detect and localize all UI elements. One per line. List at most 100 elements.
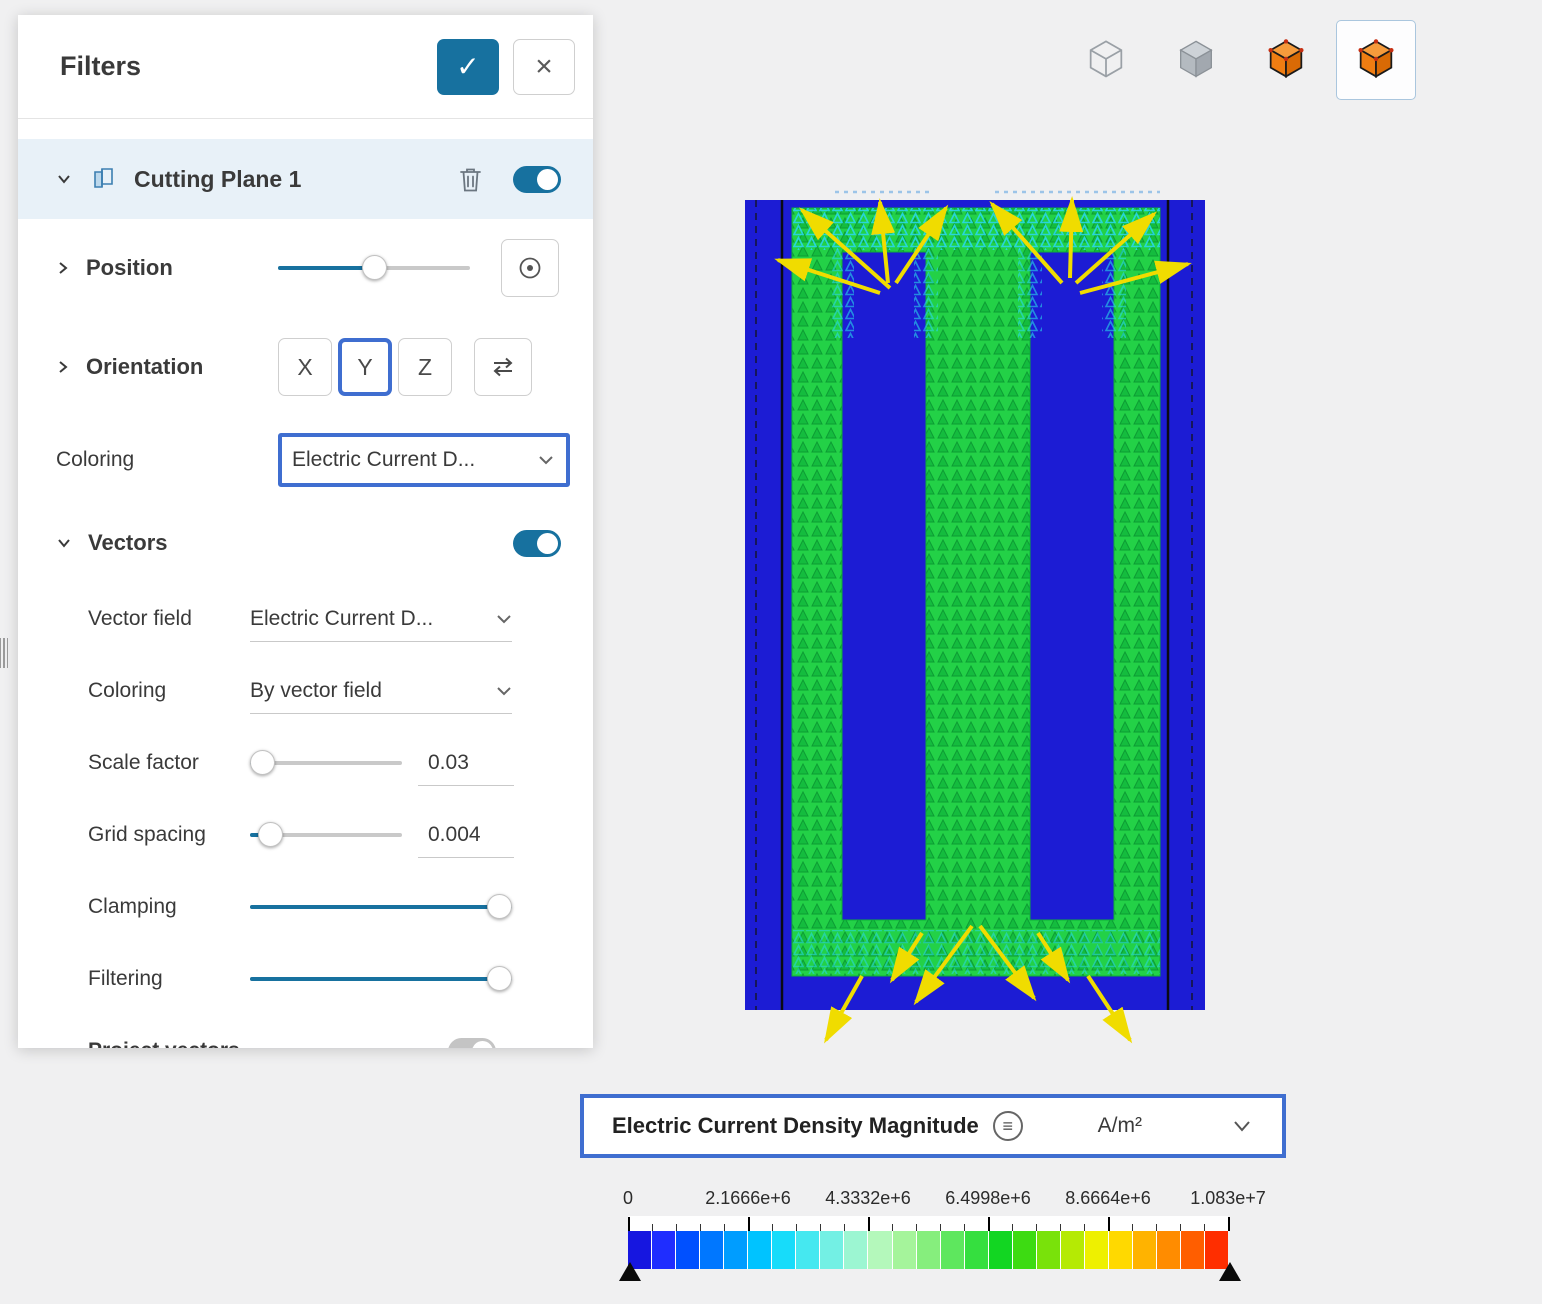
grid-spacing-input[interactable]: 0.004: [418, 812, 514, 858]
vectors-toggle[interactable]: [513, 530, 561, 557]
surfaces-cube-icon[interactable]: [1246, 20, 1326, 100]
colorbar-cell: [1133, 1231, 1156, 1269]
colorbar-tick-label: 1.083e+7: [1190, 1188, 1266, 1209]
cutting-plane-header[interactable]: Cutting Plane 1: [18, 139, 593, 219]
clamping-slider[interactable]: [250, 894, 512, 920]
grid-spacing-slider[interactable]: [250, 822, 402, 848]
axis-x-button[interactable]: X: [278, 338, 332, 396]
vector-field-row: Vector field Electric Current D...: [18, 583, 593, 655]
range-max-handle[interactable]: [1219, 1262, 1241, 1281]
colorbar-tick: [1204, 1224, 1205, 1231]
center-target-button[interactable]: [501, 239, 559, 297]
filtering-label: Filtering: [88, 967, 163, 990]
colorbar-cell: [676, 1231, 699, 1269]
colorbar-tick: [820, 1224, 821, 1231]
project-vectors-toggle[interactable]: [448, 1038, 496, 1049]
colorbar-cell: [700, 1231, 723, 1269]
colorbar-tick-label: 0: [623, 1188, 633, 1209]
chevron-right-icon[interactable]: [56, 260, 70, 276]
position-slider[interactable]: [278, 255, 470, 281]
colorbar: [628, 1231, 1228, 1269]
trash-icon[interactable]: [458, 166, 483, 193]
vector-coloring-dropdown[interactable]: By vector field: [250, 668, 512, 714]
scale-factor-input[interactable]: 0.03: [418, 740, 514, 786]
colorbar-cell: [796, 1231, 819, 1269]
colorbar-labels: 02.1666e+64.3332e+66.4998e+68.6664e+61.0…: [628, 1188, 1228, 1216]
colorbar-tick: [796, 1224, 797, 1231]
close-button[interactable]: ×: [513, 39, 575, 95]
coloring-dropdown[interactable]: Electric Current D...: [278, 433, 570, 487]
colorbar-cell: [941, 1231, 964, 1269]
surfaces-with-edges-cube-icon[interactable]: [1336, 20, 1416, 100]
colorbar-cell: [1109, 1231, 1132, 1269]
colorbar-tick: [748, 1217, 750, 1231]
colorbar-cell: [1181, 1231, 1204, 1269]
legend-bar[interactable]: Electric Current Density Magnitude ≡ A/m…: [580, 1094, 1286, 1158]
colorbar-tick: [652, 1224, 653, 1231]
colorbar-tick: [892, 1224, 893, 1231]
cutting-plane-icon: [88, 164, 118, 194]
chevron-down-icon: [496, 613, 512, 625]
vectors-header-row[interactable]: Vectors: [18, 503, 593, 583]
colorbar-tick: [700, 1224, 701, 1231]
viewport-3d[interactable]: [740, 188, 1210, 1053]
axis-y-button[interactable]: Y: [338, 338, 392, 396]
chevron-down-icon[interactable]: [56, 536, 72, 550]
project-vectors-row: Project vectors: [18, 1015, 593, 1048]
coloring-label: Coloring: [56, 448, 134, 472]
target-icon: [517, 255, 543, 281]
filtering-slider[interactable]: [250, 966, 512, 992]
vector-coloring-row: Coloring By vector field: [18, 655, 593, 727]
axis-z-button[interactable]: Z: [398, 338, 452, 396]
vector-field-dropdown[interactable]: Electric Current D...: [250, 596, 512, 642]
colorbar-cell: [989, 1231, 1012, 1269]
range-min-handle[interactable]: [619, 1262, 641, 1281]
view-mode-toolbar: [1066, 20, 1416, 100]
colorbar-tick: [1228, 1217, 1230, 1231]
colorbar-tick: [1108, 1217, 1110, 1231]
cutting-plane-toggle[interactable]: [513, 166, 561, 193]
filters-panel-header: Filters ✓ ×: [18, 15, 593, 119]
check-icon: ✓: [456, 51, 479, 82]
colorbar-cell: [965, 1231, 988, 1269]
chevron-down-icon: [538, 454, 554, 466]
legend-unit: A/m²: [1098, 1114, 1142, 1138]
colorbar-tick: [1132, 1224, 1133, 1231]
swap-arrows-icon: [489, 355, 517, 379]
vectors-label: Vectors: [88, 530, 168, 556]
chevron-down-icon[interactable]: [56, 171, 72, 187]
apply-button[interactable]: ✓: [437, 39, 499, 95]
colorbar-cell: [1037, 1231, 1060, 1269]
colorbar-tick: [964, 1224, 965, 1231]
panel-title: Filters: [60, 51, 141, 82]
colorbar-tick: [1180, 1224, 1181, 1231]
flip-orientation-button[interactable]: [474, 338, 532, 396]
colorbar-tick-label: 2.1666e+6: [705, 1188, 791, 1209]
colorbar-cell: [1013, 1231, 1036, 1269]
solid-cube-icon[interactable]: [1156, 20, 1236, 100]
colorbar-tick-label: 6.4998e+6: [945, 1188, 1031, 1209]
colorbar-tick: [988, 1217, 990, 1231]
colorbar-tick: [1084, 1224, 1085, 1231]
legend-menu-icon[interactable]: ≡: [993, 1111, 1023, 1141]
wireframe-cube-icon[interactable]: [1066, 20, 1146, 100]
project-vectors-label: Project vectors: [88, 1039, 240, 1048]
colorbar-tick: [772, 1224, 773, 1231]
scale-factor-slider[interactable]: [250, 750, 402, 776]
filters-panel: Filters ✓ × Cutting Plane 1: [18, 15, 593, 1048]
grid-spacing-row: Grid spacing 0.004: [18, 799, 593, 871]
colorbar-cell: [893, 1231, 916, 1269]
colorbar-cell: [1061, 1231, 1084, 1269]
colorbar-cell: [917, 1231, 940, 1269]
scale-factor-row: Scale factor 0.03: [18, 727, 593, 799]
chevron-right-icon[interactable]: [56, 359, 70, 375]
colorbar-cell: [652, 1231, 675, 1269]
vector-field-label: Vector field: [88, 607, 192, 630]
chevron-down-icon: [496, 685, 512, 697]
chevron-down-icon[interactable]: [1232, 1119, 1252, 1133]
colorbar-cell: [868, 1231, 891, 1269]
vector-field-value: Electric Current D...: [250, 607, 496, 631]
position-label: Position: [86, 255, 173, 281]
panel-resize-handle[interactable]: [0, 638, 8, 668]
cutting-plane-title: Cutting Plane 1: [134, 166, 301, 193]
